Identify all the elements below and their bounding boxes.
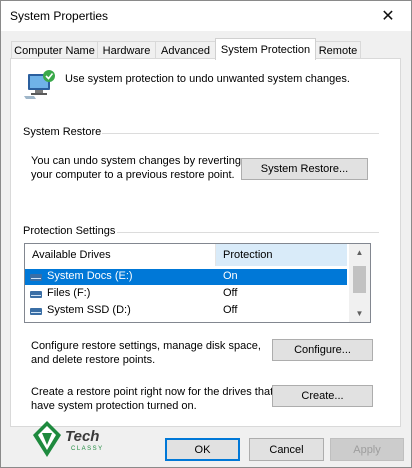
drive-icon (30, 308, 42, 315)
column-header-available-drives[interactable]: Available Drives (25, 244, 216, 266)
create-description-1: Create a restore point right now for the… (31, 386, 274, 398)
tab-computer-name[interactable]: Computer Name (11, 41, 98, 59)
drive-protection-status: Off (223, 304, 238, 316)
system-restore-button[interactable]: System Restore... (241, 158, 368, 180)
tab-advanced[interactable]: Advanced (155, 41, 216, 59)
intro-text: Use system protection to undo unwanted s… (65, 73, 350, 85)
system-restore-label: System Restore (23, 126, 102, 138)
drive-protection-status: Off (223, 287, 238, 299)
system-restore-description-1: You can undo system changes by reverting (31, 155, 241, 167)
scroll-up-icon[interactable]: ▲ (349, 244, 370, 261)
system-restore-divider (102, 133, 379, 134)
create-button[interactable]: Create... (272, 385, 373, 407)
svg-text:CLASSY: CLASSY (71, 446, 104, 452)
window-title: System Properties (10, 9, 109, 23)
configure-button[interactable]: Configure... (272, 339, 373, 361)
scroll-down-icon[interactable]: ▼ (349, 305, 370, 322)
tab-hardware[interactable]: Hardware (97, 41, 156, 59)
drive-row[interactable]: System SSD (D:) Off (25, 303, 347, 319)
create-description-2: have system protection turned on. (31, 400, 197, 412)
drive-row[interactable]: Files (F:) Off (25, 286, 347, 302)
configure-description-2: and delete restore points. (31, 354, 156, 366)
ok-button[interactable]: OK (165, 438, 240, 461)
drive-name: System SSD (D:) (47, 304, 131, 316)
system-protection-icon (22, 70, 56, 100)
drives-scrollbar[interactable]: ▲ ▼ (349, 244, 370, 322)
drive-protection-status: On (223, 270, 238, 282)
protection-settings-label: Protection Settings (23, 225, 116, 237)
techclassy-logo: Tech CLASSY (31, 419, 121, 459)
configure-description-1: Configure restore settings, manage disk … (31, 340, 261, 352)
svg-text:Tech: Tech (65, 428, 99, 445)
apply-button[interactable]: Apply (330, 438, 404, 461)
system-restore-description-2: your computer to a previous restore poin… (31, 169, 235, 181)
drives-list-header: Available Drives Protection (25, 244, 347, 266)
close-icon[interactable]: ✕ (365, 1, 411, 31)
title-bar: System Properties ✕ (1, 1, 411, 31)
scroll-thumb[interactable] (353, 266, 366, 293)
drive-icon (30, 291, 42, 298)
drive-name: Files (F:) (47, 287, 91, 299)
column-header-protection[interactable]: Protection (216, 244, 347, 266)
drive-icon (30, 274, 42, 281)
system-properties-window: System Properties ✕ Computer Name Hardwa… (0, 0, 412, 468)
tab-system-protection[interactable]: System Protection (215, 38, 316, 60)
drives-list[interactable]: Available Drives Protection System Docs … (24, 243, 371, 323)
protection-settings-divider (117, 232, 379, 233)
tab-remote[interactable]: Remote (315, 41, 361, 59)
drive-name: System Docs (E:) (47, 270, 133, 282)
drive-row[interactable]: System Docs (E:) On (25, 269, 347, 285)
cancel-button[interactable]: Cancel (249, 438, 324, 461)
